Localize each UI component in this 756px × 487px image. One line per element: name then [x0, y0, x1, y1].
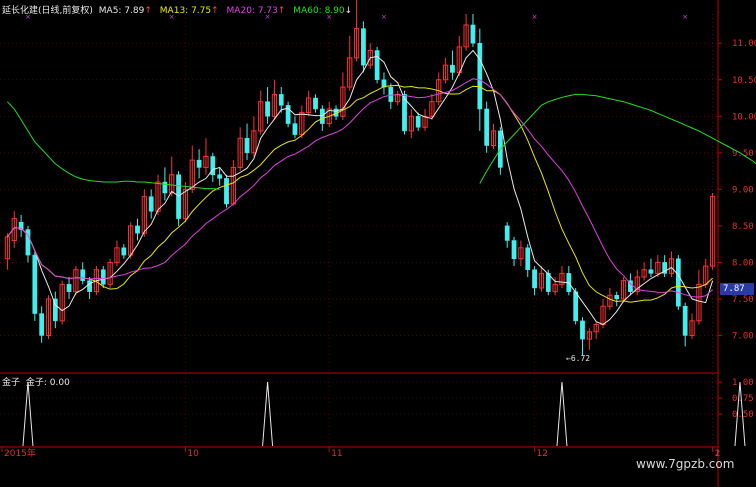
- event-marker: ×: [532, 13, 538, 21]
- ma13-arrow-icon: ↑: [211, 6, 219, 16]
- candle-body-down: [217, 174, 223, 179]
- candle-body-down: [87, 280, 92, 292]
- candle-body-down: [66, 284, 72, 292]
- indicator-tick-label: 1.00: [732, 378, 754, 388]
- date-tick-label: 12: [537, 449, 548, 459]
- candle-body-down: [361, 28, 366, 66]
- candle-body-down: [511, 240, 517, 260]
- ma5-arrow-icon: ↑: [144, 6, 152, 16]
- candle-body-down: [265, 101, 270, 117]
- candle-body-down: [313, 97, 318, 110]
- candle-body-down: [532, 269, 537, 289]
- date-tick-label: 2015年: [4, 447, 36, 459]
- ma13-line: [7, 84, 713, 303]
- candle-body-down: [450, 64, 455, 73]
- ma60-line: [7, 101, 220, 190]
- candle-body-down: [319, 108, 325, 124]
- candle-body-down: [292, 123, 298, 135]
- signal-spike: [556, 381, 568, 447]
- date-tick-label: 10: [187, 449, 199, 459]
- candle-body-down: [100, 269, 106, 285]
- sub-panel-indicator: 金子: 0.00: [25, 378, 70, 388]
- candle-body-down: [675, 258, 681, 307]
- candle-body-down: [415, 116, 421, 128]
- candle-body-down: [504, 225, 510, 241]
- low-price-value: 6.72: [570, 354, 591, 363]
- ma5-legend: MA5: 7.89↑: [98, 6, 152, 16]
- candle-body-down: [135, 225, 140, 234]
- ma60-legend: MA60: 8.90↓: [293, 6, 353, 16]
- ma60-value: 8.90: [324, 6, 345, 16]
- ma60-label: MA60: [293, 6, 319, 16]
- chart-window: 11.0010.5010.009.509.008.508.007.507.001…: [0, 0, 756, 487]
- candle-body-down: [525, 247, 531, 270]
- candle-body-down: [477, 42, 483, 110]
- indicator-tick-label: 0.75: [732, 394, 754, 404]
- event-marker: ×: [682, 13, 688, 21]
- watermark: www.7gpzb.com: [636, 457, 735, 471]
- candle-body-down: [121, 247, 127, 256]
- candle-body-down: [39, 313, 45, 336]
- candle-body-down: [224, 178, 229, 205]
- ma5-label: MA5: [98, 6, 119, 16]
- price-tick-label: 10.00: [732, 112, 756, 122]
- candle-body-down: [580, 320, 585, 340]
- candle-body-down: [244, 137, 250, 154]
- candle-body-down: [648, 269, 654, 274]
- ma5-line: [7, 49, 714, 326]
- stock-chart[interactable]: 11.0010.5010.009.509.008.508.007.507.001…: [0, 0, 756, 487]
- candle-body-down: [374, 50, 380, 81]
- ma20-line: [7, 78, 713, 298]
- candle-body-down: [196, 159, 202, 168]
- ma13-value: 7.75: [191, 6, 212, 16]
- sub-panel-title: 金子: [2, 378, 21, 388]
- ma20-arrow-icon: ↑: [277, 6, 286, 16]
- candle-body-down: [80, 269, 86, 281]
- candle-body-down: [614, 295, 620, 300]
- price-tick-label: 7.50: [732, 295, 754, 305]
- candle-body-down: [388, 86, 394, 102]
- price-tick-label: 7.00: [732, 331, 754, 341]
- chart-title: 延长化建(日线,前复权): [2, 6, 93, 16]
- candle-body-down: [682, 305, 688, 336]
- candle-body-down: [278, 94, 284, 106]
- ma20-label: MA20: [226, 6, 252, 16]
- ma13-legend: MA13: 7.75↑: [159, 6, 219, 16]
- price-tick-label: 10.50: [732, 76, 756, 86]
- low-price-marker: ←6.72: [566, 354, 591, 363]
- candle-body-down: [470, 24, 476, 44]
- event-marker: ×: [381, 13, 387, 21]
- candle-body-down: [32, 254, 38, 314]
- ma20-legend: MA20: 7.73↑: [226, 6, 286, 16]
- ma60-line: [479, 93, 756, 184]
- date-tick-label: 11: [331, 449, 342, 459]
- ma20-value: 7.73: [257, 6, 278, 16]
- price-tick-label: 8.50: [732, 222, 754, 232]
- price-tick-label: 8.00: [732, 258, 754, 268]
- sub-panel-header: 金子 金子: 0.00: [2, 375, 70, 388]
- ma5-value: 7.89: [124, 6, 145, 16]
- price-tick-label: 11.00: [732, 39, 756, 49]
- chart-header: 延长化建(日线,前复权) MA5: 7.89↑ MA13: 7.75↑ MA20…: [2, 3, 352, 16]
- ma13-label: MA13: [159, 6, 186, 16]
- candle-body-down: [484, 108, 490, 146]
- candle-body-down: [573, 291, 579, 322]
- candle-body-down: [148, 196, 154, 212]
- price-tick-label: 9.00: [732, 185, 754, 195]
- candle-body-down: [176, 174, 181, 219]
- ma60-arrow-icon: ↓: [344, 6, 353, 16]
- current-price-tag: 7.87: [720, 283, 754, 295]
